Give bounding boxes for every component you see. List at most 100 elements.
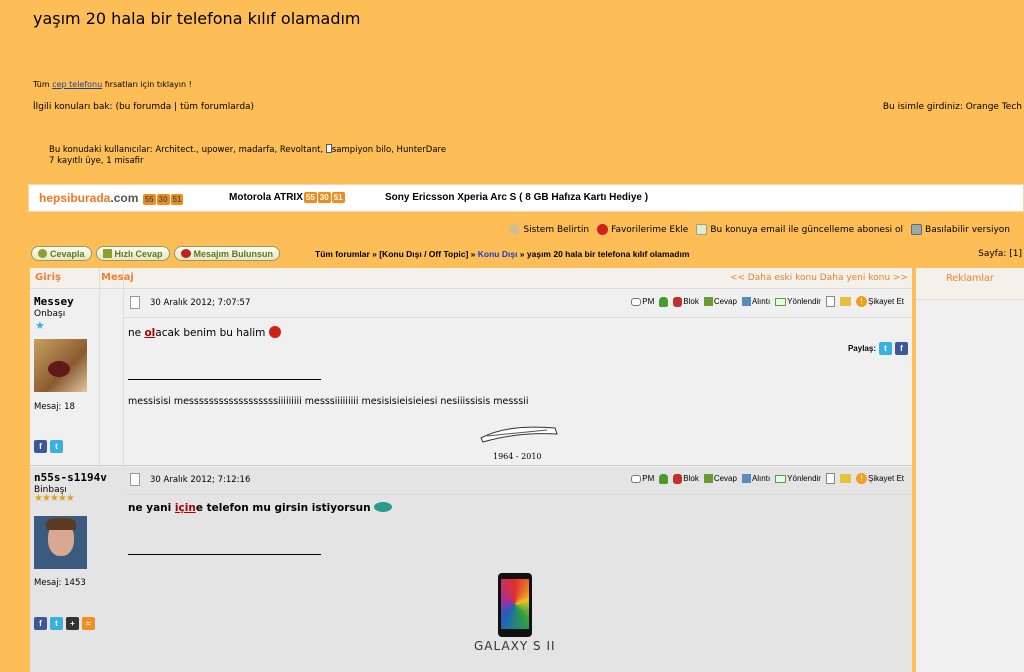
document-icon	[825, 296, 835, 307]
share-bar: Paylaş: t f	[848, 342, 908, 355]
phone-image	[498, 573, 532, 637]
report-button[interactable]: ! Şikayet Et	[855, 473, 904, 484]
pm-button[interactable]: PM	[631, 474, 654, 483]
avatar[interactable]	[34, 339, 87, 392]
quote-icon	[741, 297, 751, 306]
speech-icon	[631, 297, 642, 306]
warning-icon: !	[855, 473, 867, 484]
tool-print[interactable]: Basılabilir versiyon	[911, 224, 1010, 235]
post-buttons: Cevapla Hızlı Cevap Mesajım Bulunsun	[31, 246, 281, 261]
find-my-post-button[interactable]: Mesajım Bulunsun	[173, 246, 281, 261]
ad-banner[interactable]: hepsiburada.com 55 30 51 Motorola ATRIX 55 3…	[28, 184, 1024, 212]
speech-icon	[631, 474, 642, 483]
rss-icon[interactable]: ≈	[82, 617, 95, 630]
login-column: Giriş	[35, 272, 61, 283]
envelope-icon	[775, 297, 787, 306]
pm-button[interactable]: PM	[631, 297, 654, 306]
post-actions: PM Blok Cevap Alıntı Yönlendir ! Şikayet …	[631, 296, 904, 307]
reply-icon	[38, 249, 47, 258]
breadcrumb-link[interactable]: Konu Dışı	[478, 249, 518, 259]
post-date: 30 Aralık 2012; 7:07:57	[150, 298, 251, 308]
document-icon	[825, 473, 835, 484]
twitter-icon[interactable]: t	[50, 440, 63, 453]
stadium-image	[477, 420, 559, 444]
folder-icon	[839, 474, 851, 483]
username[interactable]: n55s-s1194v	[34, 471, 107, 484]
quote-button[interactable]: Alıntı	[741, 297, 770, 306]
message-column: Mesaj	[101, 272, 134, 283]
thread-nav[interactable]: << Daha eski konu Daha yeni konu >>	[730, 273, 908, 283]
user-rank: Onbaşı	[34, 309, 66, 319]
avatar[interactable]	[34, 516, 87, 569]
signature-divider	[128, 379, 321, 380]
reply-post-button[interactable]: Cevap	[703, 297, 737, 306]
mail-icon	[696, 224, 708, 235]
doc-button[interactable]	[825, 473, 835, 484]
login-status: Bu isimle girdiniz: Orange Tech	[882, 102, 1022, 112]
reply-icon	[703, 474, 713, 483]
breadcrumb: Tüm forumlar » [Konu Dışı / Off Topic] »…	[315, 249, 690, 259]
signature-text: messisisi messssssssssssssssssiiiiiiiii …	[128, 396, 529, 407]
brand-logo: hepsiburada.com 55 30 51	[39, 191, 184, 205]
quote-button[interactable]: Alıntı	[741, 474, 770, 483]
post-icon	[130, 296, 140, 309]
add-icon[interactable]: +	[66, 617, 79, 630]
friend-button[interactable]	[659, 473, 669, 484]
post-actions: PM Blok Cevap Alıntı Yönlendir ! Şikayet …	[631, 473, 904, 484]
users-list-rest: sampiyon bilo, HunterDare	[331, 145, 447, 155]
tool-subscribe[interactable]: Bu konuya email ile güncelleme abonesi o…	[696, 224, 903, 235]
social-links: f t + ≈	[34, 617, 95, 630]
forward-button[interactable]: Yönlendir	[775, 297, 821, 306]
signature-divider	[128, 554, 321, 555]
reply-icon	[703, 297, 713, 306]
ad-item-2[interactable]: Sony Ericsson Xperia Arc S ( 8 GB Hafıza…	[385, 192, 648, 203]
friend-button[interactable]	[659, 296, 669, 307]
hand-icon	[673, 473, 683, 484]
ad-item-1[interactable]: Motorola ATRIX 55 30 51	[229, 192, 345, 203]
post-header: 30 Aralık 2012; 7:07:57 PM Blok Cevap Al…	[124, 290, 912, 318]
post: Messey Onbaşı ★ Mesaj: 18 f t 30 Aralık …	[30, 290, 912, 466]
facebook-icon[interactable]: f	[34, 617, 47, 630]
pagination[interactable]: Sayfa: [1]	[978, 249, 1022, 259]
related-topics[interactable]: İlgili konuları bak: (bu forumda | tüm f…	[33, 102, 254, 112]
smiley-icon	[268, 326, 281, 338]
signature-years: 1964 - 2010	[493, 452, 542, 461]
people-icon	[659, 473, 669, 484]
twitter-icon[interactable]: t	[50, 617, 63, 630]
hand-icon	[673, 296, 683, 307]
twitter-share-icon[interactable]: t	[879, 342, 892, 355]
heart-icon	[180, 249, 191, 258]
reply-post-button[interactable]: Cevap	[703, 474, 737, 483]
tool-favorites[interactable]: Favorilerime Ekle	[597, 224, 688, 235]
post-icon	[130, 473, 140, 486]
timer-s: 51	[170, 194, 184, 205]
post-date: 30 Aralık 2012; 7:12:16	[150, 475, 251, 485]
timer-h: 55	[142, 194, 156, 205]
forward-button[interactable]: Yönlendir	[775, 474, 821, 483]
promo-link[interactable]: cep telefonu	[52, 80, 102, 89]
arrow-icon	[102, 249, 112, 258]
report-button[interactable]: ! Şikayet Et	[855, 296, 904, 307]
tool-system[interactable]: Sistem Belirtin	[509, 224, 589, 235]
facebook-icon[interactable]: f	[34, 440, 47, 453]
warning-icon: !	[855, 296, 867, 307]
promo-line: Tüm cep telefonu fırsatları için tıklayı…	[33, 80, 192, 89]
block-button[interactable]: Blok	[673, 296, 699, 307]
ads-header: Reklamlar	[916, 268, 1024, 300]
folder-button[interactable]	[839, 474, 851, 483]
post-body: ne olacak benim bu halim	[128, 326, 281, 339]
doc-button[interactable]	[825, 296, 835, 307]
block-button[interactable]: Blok	[673, 473, 699, 484]
facebook-share-icon[interactable]: f	[895, 342, 908, 355]
ads-sidebar: Reklamlar	[916, 268, 1024, 672]
quick-reply-button[interactable]: Hızlı Cevap	[95, 246, 170, 261]
folder-button[interactable]	[839, 297, 851, 306]
table-header: Giriş Mesaj << Daha eski konu Daha yeni …	[30, 268, 912, 289]
thread-tools: Sistem Belirtin Favorilerime Ekle Bu kon…	[509, 224, 1010, 235]
timer-m: 30	[156, 194, 170, 205]
people-icon	[659, 296, 669, 307]
smiley-icon	[374, 502, 393, 512]
username[interactable]: Messey	[34, 295, 74, 308]
reply-button[interactable]: Cevapla	[31, 246, 92, 261]
message-count: Mesaj: 1453	[34, 578, 86, 588]
